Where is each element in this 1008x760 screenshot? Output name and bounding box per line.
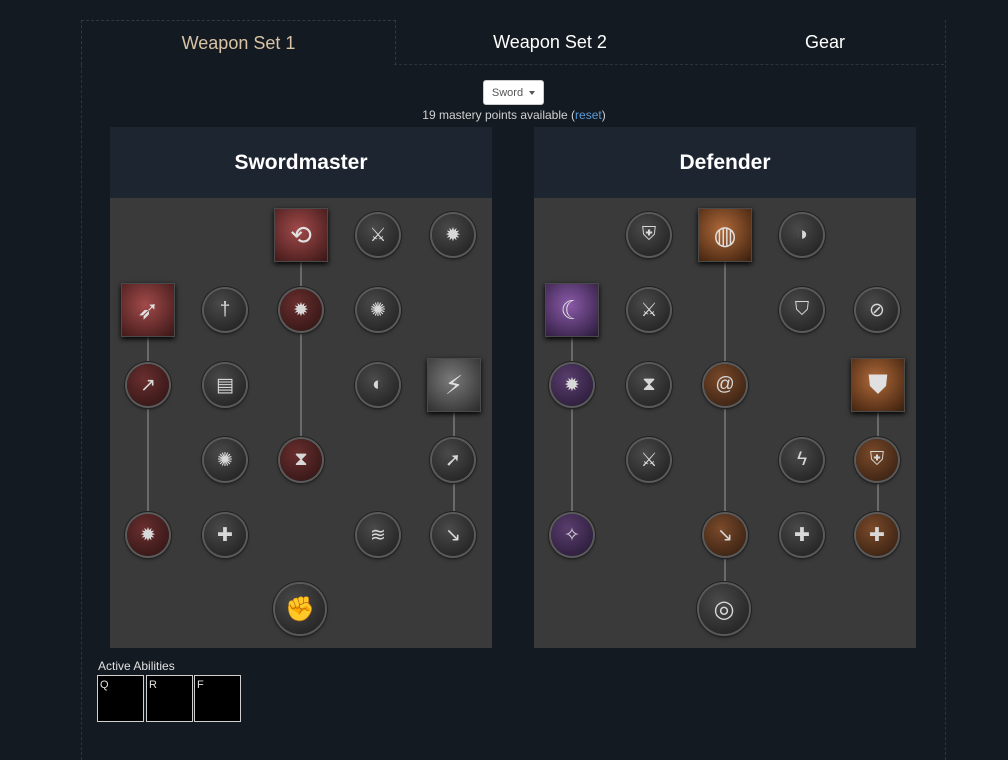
skill-tree-defender: Defender ⛨ ◍ ◑ ☾ ⚔ ⛉ ⊘ ✹ ⧗ @ ⛊ ⚔ ϟ ⛨ ✧ ↘… xyxy=(534,127,916,648)
fortify-icon[interactable]: ✹ xyxy=(551,364,593,406)
tab-gear[interactable]: Gear xyxy=(706,20,944,64)
mastery-points: 19 mastery points available (reset) xyxy=(0,108,1008,122)
rally-icon[interactable]: ✊ xyxy=(275,584,325,634)
empower-star-icon[interactable]: ✹ xyxy=(127,514,169,556)
blade-strike-icon[interactable]: ⚔ xyxy=(357,214,399,256)
leap-icon[interactable]: ⚡ xyxy=(427,358,481,412)
shield-swirl-icon[interactable]: ◐ xyxy=(357,364,399,406)
tree-title: Swordmaster xyxy=(110,127,492,198)
tab-divider xyxy=(394,64,944,65)
shield-heal-icon[interactable]: ⛨ xyxy=(856,439,898,481)
arrow-up-icon[interactable]: ➚ xyxy=(432,439,474,481)
lunge-icon[interactable]: ➶ xyxy=(121,283,175,337)
ability-slot-f[interactable]: F xyxy=(194,675,241,722)
upgrade-star-icon[interactable]: ✹ xyxy=(432,214,474,256)
empower-icon[interactable]: ✹ xyxy=(280,289,322,331)
weapon-select-value: Sword xyxy=(491,86,524,99)
stomp-icon[interactable]: ↘ xyxy=(704,514,746,556)
health-cross-icon[interactable]: ✚ xyxy=(856,514,898,556)
defense-shield-icon[interactable]: ⛊ xyxy=(851,358,905,412)
hourglass-icon[interactable]: ⧗ xyxy=(628,364,670,406)
caret-down-icon xyxy=(529,90,536,95)
shield-rush-icon[interactable]: ◍ xyxy=(698,208,752,262)
scroll-icon[interactable]: ▤ xyxy=(204,364,246,406)
active-abilities-label: Active Abilities xyxy=(98,659,175,673)
boot-strike-icon[interactable]: ↘ xyxy=(432,514,474,556)
haste-boot-icon[interactable]: ≋ xyxy=(357,514,399,556)
slot-key: F xyxy=(197,679,204,691)
armor-icon[interactable]: ⛨ xyxy=(628,214,670,256)
skill-tree-swordmaster: Swordmaster ⟲ ⚔ ✹ ➶ † ✹ ✺ ↗ ▤ ◐ ⚡ ✺ ⧗ ➚ … xyxy=(110,127,492,648)
shield-down-icon[interactable]: ⛉ xyxy=(781,289,823,331)
weapon-select[interactable]: Sword xyxy=(483,80,544,105)
tree-body: ⛨ ◍ ◑ ☾ ⚔ ⛉ ⊘ ✹ ⧗ @ ⛊ ⚔ ϟ ⛨ ✧ ↘ ✚ ✚ ◎ xyxy=(534,198,916,648)
mastery-points-close: ) xyxy=(601,108,606,122)
spin-icon[interactable]: ◎ xyxy=(699,584,749,634)
sword-shield-icon[interactable]: ⚔ xyxy=(628,289,670,331)
slot-key: Q xyxy=(100,679,109,691)
whirlwind-icon[interactable]: ✺ xyxy=(357,289,399,331)
plus-icon[interactable]: ✚ xyxy=(781,514,823,556)
tab-weapon-set-1[interactable]: Weapon Set 1 xyxy=(81,20,396,65)
tab-weapon-set-2[interactable]: Weapon Set 2 xyxy=(394,20,706,64)
shield-slash-icon[interactable]: ⊘ xyxy=(856,289,898,331)
vortex-icon[interactable]: @ xyxy=(704,364,746,406)
sword-icon[interactable]: † xyxy=(204,289,246,331)
slot-key: R xyxy=(149,679,157,691)
ability-slot-q[interactable]: Q xyxy=(97,675,144,722)
shield-curve-icon[interactable]: ◑ xyxy=(781,214,823,256)
stars-orbit-icon[interactable]: ✧ xyxy=(551,514,593,556)
lightning-icon[interactable]: ϟ xyxy=(781,439,823,481)
hourglass-down-icon[interactable]: ⧗ xyxy=(280,439,322,481)
shield-bash-icon[interactable]: ☾ xyxy=(545,283,599,337)
tree-body: ⟲ ⚔ ✹ ➶ † ✹ ✺ ↗ ▤ ◐ ⚡ ✺ ⧗ ➚ ✹ ✚ ≋ ↘ ✊ xyxy=(110,198,492,648)
tree-title: Defender xyxy=(534,127,916,198)
heal-cross-icon[interactable]: ✚ xyxy=(204,514,246,556)
sword-slash-icon[interactable]: ⟲ xyxy=(274,208,328,262)
burst-icon[interactable]: ✺ xyxy=(204,439,246,481)
blade-icon[interactable]: ⚔ xyxy=(628,439,670,481)
charge-icon[interactable]: ↗ xyxy=(127,364,169,406)
ability-slot-r[interactable]: R xyxy=(146,675,193,722)
mastery-points-text: 19 mastery points available ( xyxy=(422,108,576,122)
connector xyxy=(724,260,726,610)
reset-link[interactable]: reset xyxy=(575,108,602,122)
